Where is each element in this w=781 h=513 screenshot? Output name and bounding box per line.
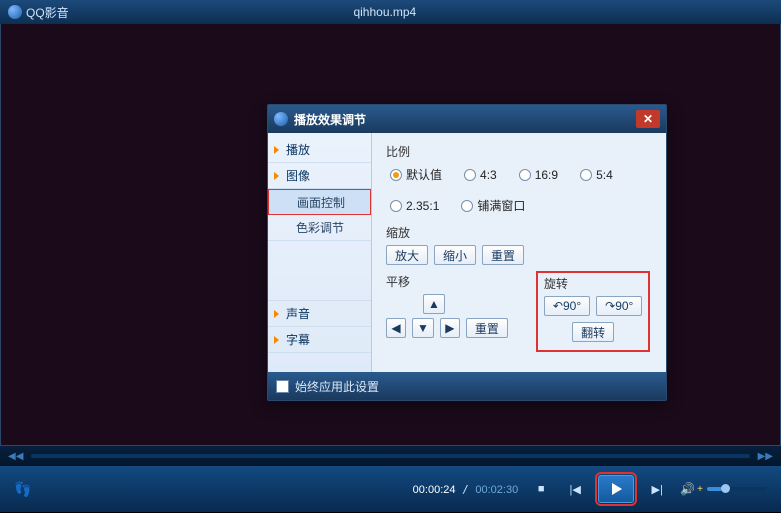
flip-button[interactable]: 翻转 [572, 322, 614, 342]
ratio-fill[interactable]: 铺满窗口 [461, 197, 525, 214]
volume-slider[interactable] [707, 487, 767, 491]
close-button[interactable]: ✕ [636, 110, 660, 128]
dialog-tabs: 播放 图像 画面控制 色彩调节 声音 字幕 [268, 133, 372, 372]
stop-button[interactable]: ■ [530, 478, 552, 500]
pan-right-button[interactable]: ▶ [440, 318, 460, 338]
progress-bar: ◀◀ ▶▶ [0, 446, 781, 466]
play-icon [612, 483, 622, 495]
ratio-label: 比例 [386, 143, 652, 160]
pan-label: 平移 [386, 273, 508, 290]
dialog-title: 播放效果调节 [294, 111, 366, 128]
pan-down-button[interactable]: ▼ [412, 318, 434, 338]
zoom-reset-button[interactable]: 重置 [482, 245, 524, 265]
play-button[interactable] [598, 475, 634, 503]
ratio-16-9[interactable]: 16:9 [519, 166, 558, 183]
ratio-default[interactable]: 默认值 [390, 166, 442, 183]
zoom-label: 缩放 [386, 224, 652, 241]
dialog-title-bar[interactable]: 播放效果调节 ✕ [268, 105, 666, 133]
control-bar: 👣 00:00:24 / 00:02:30 ■ |◀ ▶| 🔊+ [0, 466, 781, 512]
pan-left-button[interactable]: ◀ [386, 318, 406, 338]
video-area[interactable]: 播放效果调节 ✕ 播放 图像 画面控制 色彩调节 声音 字幕 比例 默认值 4:… [0, 24, 781, 446]
next-button[interactable]: ▶| [646, 478, 668, 500]
prev-button[interactable]: |◀ [564, 478, 586, 500]
seek-fwd-icon[interactable]: ▶▶ [758, 451, 773, 462]
playback-time: 00:00:24 / 00:02:30 [413, 483, 519, 496]
zoom-in-button[interactable]: 放大 [386, 245, 428, 265]
dialog-icon [274, 112, 288, 126]
rotate-left-button[interactable]: ↶90° [544, 296, 590, 316]
always-apply-checkbox[interactable] [276, 380, 289, 393]
rotate-right-button[interactable]: ↷90° [596, 296, 642, 316]
app-logo-icon [8, 5, 22, 19]
tab-subtitle[interactable]: 字幕 [268, 327, 371, 353]
tab-color-adjust[interactable]: 色彩调节 [268, 215, 371, 241]
pan-up-button[interactable]: ▲ [423, 294, 445, 314]
seek-back-icon[interactable]: ◀◀ [8, 451, 23, 462]
ratio-2-35-1[interactable]: 2.35:1 [390, 197, 439, 214]
file-name: qihhou.mp4 [69, 5, 701, 19]
footstep-icon[interactable]: 👣 [14, 481, 31, 498]
app-name: QQ影音 [26, 4, 69, 21]
tab-sound[interactable]: 声音 [268, 301, 371, 327]
progress-track[interactable] [31, 454, 749, 458]
rotate-label: 旋转 [544, 275, 642, 292]
ratio-5-4[interactable]: 5:4 [580, 166, 613, 183]
dialog-footer: 始终应用此设置 [268, 372, 666, 400]
volume-icon[interactable]: 🔊 [680, 482, 695, 496]
tab-frame-control[interactable]: 画面控制 [268, 189, 371, 215]
ratio-4-3[interactable]: 4:3 [464, 166, 497, 183]
panel-frame-control: 比例 默认值 4:3 16:9 5:4 2.35:1 铺满窗口 缩放 放大 缩小 [372, 133, 666, 372]
zoom-out-button[interactable]: 缩小 [434, 245, 476, 265]
tab-image[interactable]: 图像 [268, 163, 371, 189]
title-bar: QQ影音 qihhou.mp4 [0, 0, 781, 24]
tab-play[interactable]: 播放 [268, 137, 371, 163]
always-apply-label: 始终应用此设置 [295, 378, 379, 395]
playback-effect-dialog: 播放效果调节 ✕ 播放 图像 画面控制 色彩调节 声音 字幕 比例 默认值 4:… [267, 104, 667, 401]
pan-reset-button[interactable]: 重置 [466, 318, 508, 338]
